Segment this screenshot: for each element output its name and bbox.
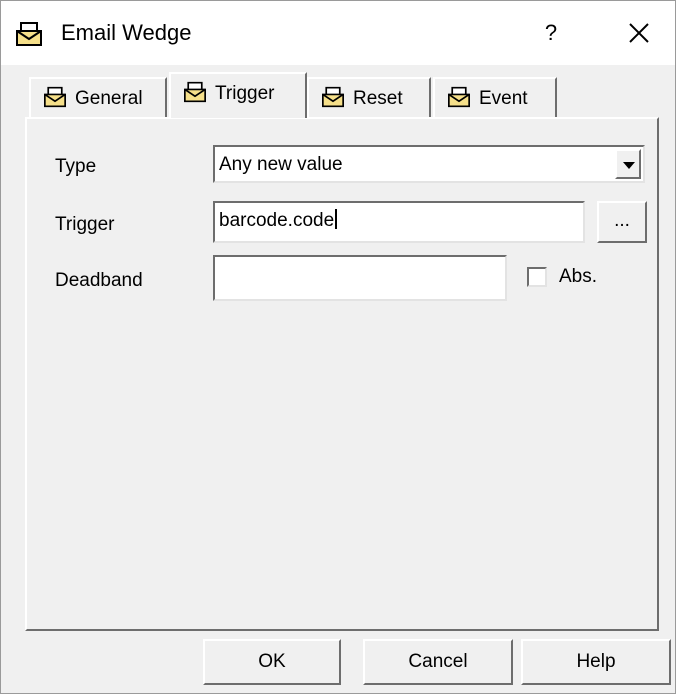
text-caret [335,209,338,229]
help-button[interactable]: Help [521,639,671,685]
cancel-button[interactable]: Cancel [363,639,513,685]
browse-label: ... [614,210,630,231]
abs-checkbox[interactable] [527,267,547,287]
cancel-button-label: Cancel [408,651,468,672]
type-label: Type [55,156,97,177]
tab-reset-label: Reset [353,88,403,109]
tab-general[interactable]: General [29,77,167,117]
trigger-input-value: barcode.code [219,210,335,231]
help-button-label: Help [576,651,616,672]
envelope-icon [16,22,42,46]
envelope-icon [322,86,344,108]
context-help-button[interactable]: ? [521,13,581,53]
type-dropdown-button[interactable] [615,149,641,179]
envelope-icon [448,86,470,108]
envelope-icon [44,86,66,108]
tab-event[interactable]: Event [433,77,557,117]
tab-general-label: General [75,88,143,109]
ok-button[interactable]: OK [203,639,341,685]
title-bar[interactable]: Email Wedge ? [1,1,675,65]
trigger-label: Trigger [55,214,115,235]
tab-event-label: Event [479,88,528,109]
ok-button-label: OK [258,651,286,672]
trigger-browse-button[interactable]: ... [597,201,647,243]
chevron-down-icon [623,162,635,169]
tab-reset[interactable]: Reset [307,77,431,117]
deadband-label: Deadband [55,270,143,291]
tab-trigger[interactable]: Trigger [169,72,307,118]
type-dropdown[interactable]: Any new value [213,145,645,183]
deadband-input[interactable] [213,255,507,301]
close-button[interactable] [611,11,667,55]
close-icon [629,23,649,43]
envelope-icon [184,81,206,103]
abs-label[interactable]: Abs. [559,265,597,289]
tab-trigger-label: Trigger [215,83,275,104]
trigger-input[interactable]: barcode.code [213,201,585,243]
window-title: Email Wedge [61,20,192,45]
trigger-tab-panel: Type Any new value Trigger barcode.code … [25,117,659,631]
type-dropdown-value: Any new value [219,154,343,175]
email-wedge-dialog: Email Wedge ? General Trigger Reset Even… [0,0,676,694]
